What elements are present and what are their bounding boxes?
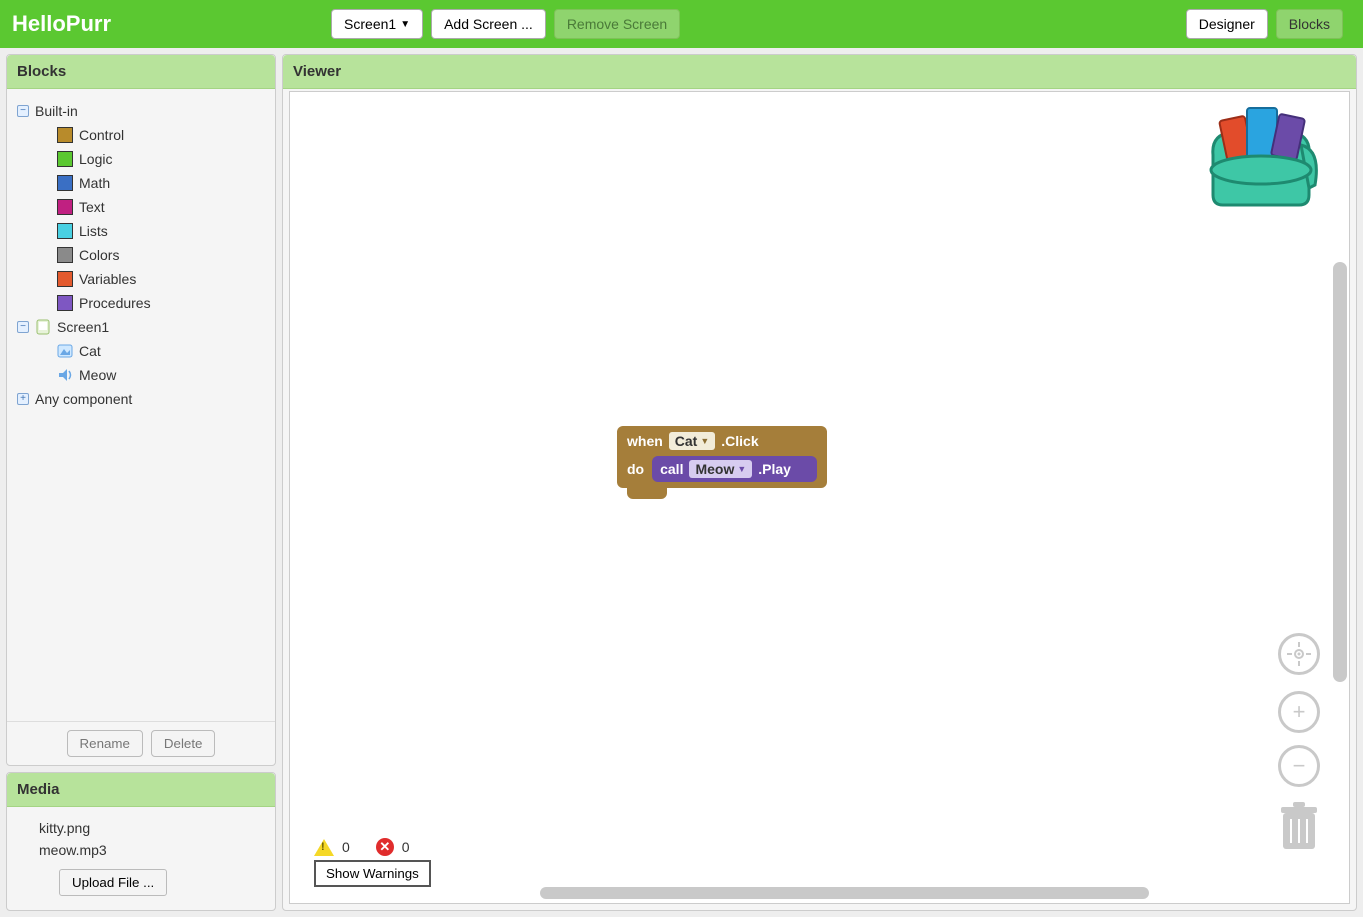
- tree-category-lists[interactable]: Lists: [15, 219, 267, 243]
- color-swatch-icon: [57, 271, 73, 287]
- upload-file-button[interactable]: Upload File ...: [59, 869, 167, 896]
- viewer-panel: Viewer +: [282, 54, 1357, 911]
- tree-category-label: Logic: [79, 151, 112, 167]
- tree-category-variables[interactable]: Variables: [15, 267, 267, 291]
- block-foot: [627, 487, 667, 499]
- tree-builtin[interactable]: − Built-in: [15, 99, 267, 123]
- tree-category-control[interactable]: Control: [15, 123, 267, 147]
- block-call[interactable]: call Meow ▼ .Play: [652, 456, 817, 482]
- viewer-workspace[interactable]: + − 0 ✕ 0 Show Warnings: [289, 91, 1350, 904]
- tree-category-label: Control: [79, 127, 124, 143]
- block-when-click[interactable]: when Cat ▼ .Click do call Meow: [617, 426, 827, 499]
- error-count: 0: [402, 839, 410, 855]
- color-swatch-icon: [57, 151, 73, 167]
- main-layout: Blocks − Built-in Control Logic: [0, 48, 1363, 917]
- collapse-icon[interactable]: −: [17, 321, 29, 333]
- media-file[interactable]: kitty.png: [39, 817, 265, 839]
- screen-icon: [35, 319, 51, 335]
- warning-counts: 0 ✕ 0: [314, 838, 431, 856]
- trash-icon[interactable]: [1275, 799, 1323, 853]
- tree-category-label: Math: [79, 175, 110, 191]
- tree-category-math[interactable]: Math: [15, 171, 267, 195]
- zoom-in-icon[interactable]: +: [1278, 691, 1320, 733]
- center-target-icon[interactable]: [1278, 633, 1320, 675]
- tree-component-label: Cat: [79, 343, 101, 359]
- tree-builtin-label: Built-in: [35, 103, 78, 119]
- color-swatch-icon: [57, 247, 73, 263]
- tree-category-label: Lists: [79, 223, 108, 239]
- block-do-keyword: do: [627, 461, 644, 477]
- color-swatch-icon: [57, 175, 73, 191]
- tree-screen1-label: Screen1: [57, 319, 109, 335]
- block-call-keyword: call: [660, 461, 683, 477]
- app-title: HelloPurr: [12, 11, 111, 37]
- topbar: HelloPurr Screen1 ▼ Add Screen ... Remov…: [0, 0, 1363, 48]
- chevron-down-icon: ▼: [737, 464, 746, 474]
- media-panel: Media kitty.png meow.mp3 Upload File ...: [6, 772, 276, 911]
- block-when-event: .Click: [721, 433, 758, 449]
- color-swatch-icon: [57, 199, 73, 215]
- viewer-controls: + −: [1275, 633, 1323, 853]
- tree-category-label: Text: [79, 199, 105, 215]
- collapse-icon[interactable]: −: [17, 105, 29, 117]
- tree-category-label: Variables: [79, 271, 136, 287]
- color-swatch-icon: [57, 295, 73, 311]
- media-file[interactable]: meow.mp3: [39, 839, 265, 861]
- designer-tab-button[interactable]: Designer: [1186, 9, 1268, 39]
- tree-any-component-label: Any component: [35, 391, 132, 407]
- warning-count: 0: [342, 839, 350, 855]
- tree-category-procedures[interactable]: Procedures: [15, 291, 267, 315]
- chevron-down-icon: ▼: [400, 19, 410, 30]
- blocks-panel-header: Blocks: [7, 55, 275, 89]
- vertical-scrollbar[interactable]: [1333, 262, 1347, 682]
- warning-triangle-icon: [314, 839, 334, 856]
- tree-component-cat[interactable]: Cat: [15, 339, 267, 363]
- blocks-tab-button[interactable]: Blocks: [1276, 9, 1343, 39]
- blocks-tree: − Built-in Control Logic Math: [7, 89, 275, 721]
- block-when-target-label: Cat: [675, 433, 698, 449]
- backpack-icon[interactable]: [1201, 100, 1321, 210]
- error-circle-icon: ✕: [376, 838, 394, 856]
- tree-screen1[interactable]: − Screen1: [15, 315, 267, 339]
- blocks-panel: Blocks − Built-in Control Logic: [6, 54, 276, 766]
- add-screen-button[interactable]: Add Screen ...: [431, 9, 546, 39]
- block-call-target-dropdown[interactable]: Meow ▼: [689, 460, 752, 478]
- screen-selector[interactable]: Screen1 ▼: [331, 9, 423, 39]
- tree-category-logic[interactable]: Logic: [15, 147, 267, 171]
- upload-row: Upload File ...: [59, 869, 265, 896]
- color-swatch-icon: [57, 127, 73, 143]
- tree-component-label: Meow: [79, 367, 116, 383]
- left-column: Blocks − Built-in Control Logic: [6, 54, 276, 911]
- block-call-method: .Play: [758, 461, 791, 477]
- block-when-target-dropdown[interactable]: Cat ▼: [669, 432, 715, 450]
- sound-icon: [57, 367, 73, 383]
- expand-icon[interactable]: +: [17, 393, 29, 405]
- block-when-keyword: when: [627, 433, 663, 449]
- rename-button[interactable]: Rename: [67, 730, 143, 757]
- zoom-out-icon[interactable]: −: [1278, 745, 1320, 787]
- media-body: kitty.png meow.mp3 Upload File ...: [7, 807, 275, 910]
- remove-screen-button[interactable]: Remove Screen: [554, 9, 680, 39]
- tree-category-label: Colors: [79, 247, 119, 263]
- block-call-target-label: Meow: [695, 461, 734, 477]
- tree-category-colors[interactable]: Colors: [15, 243, 267, 267]
- viewer-panel-header: Viewer: [283, 55, 1356, 89]
- show-warnings-button[interactable]: Show Warnings: [314, 860, 431, 887]
- tree-category-label: Procedures: [79, 295, 151, 311]
- image-icon: [57, 343, 73, 359]
- blocks-panel-footer: Rename Delete: [7, 721, 275, 765]
- media-panel-header: Media: [7, 773, 275, 807]
- tree-component-meow[interactable]: Meow: [15, 363, 267, 387]
- tree-any-component[interactable]: + Any component: [15, 387, 267, 411]
- chevron-down-icon: ▼: [700, 436, 709, 446]
- horizontal-scrollbar[interactable]: [540, 887, 1149, 899]
- delete-button[interactable]: Delete: [151, 730, 216, 757]
- warnings-footer: 0 ✕ 0 Show Warnings: [314, 838, 431, 887]
- tree-category-text[interactable]: Text: [15, 195, 267, 219]
- screen-selector-label: Screen1: [344, 16, 396, 32]
- color-swatch-icon: [57, 223, 73, 239]
